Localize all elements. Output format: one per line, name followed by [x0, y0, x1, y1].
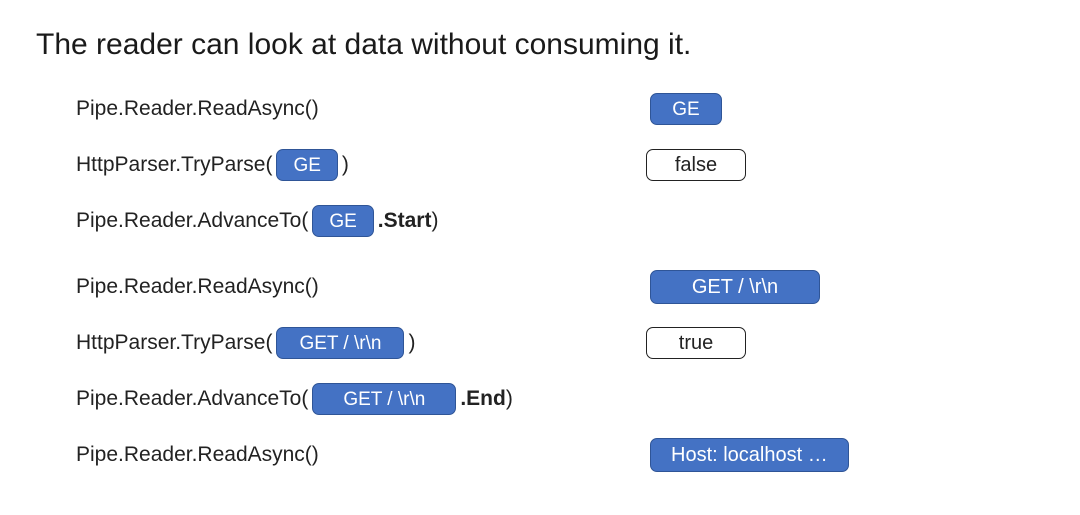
expr-prefix: HttpParser.TryParse(	[76, 331, 272, 355]
code-expression: HttpParser.TryParse( GE )	[76, 149, 646, 181]
slide-title: The reader can look at data without cons…	[36, 28, 1044, 62]
code-expression: Pipe.Reader.ReadAsync()	[76, 443, 646, 467]
diagram-content: Pipe.Reader.ReadAsync() GE HttpParser.Tr…	[76, 90, 1044, 474]
expr-bold-suffix: .End	[460, 387, 506, 411]
result-cell: Host: localhost …	[646, 438, 853, 472]
expr-suffix: )	[408, 331, 415, 355]
data-chip: GE	[312, 205, 373, 237]
expr-prefix: Pipe.Reader.AdvanceTo(	[76, 387, 308, 411]
code-expression: Pipe.Reader.ReadAsync()	[76, 275, 646, 299]
expr-prefix: Pipe.Reader.AdvanceTo(	[76, 209, 308, 233]
expr-prefix: HttpParser.TryParse(	[76, 153, 272, 177]
result-box: false	[646, 149, 746, 181]
code-expression: Pipe.Reader.ReadAsync()	[76, 97, 646, 121]
result-cell: true	[646, 327, 746, 359]
expr-prefix: Pipe.Reader.ReadAsync()	[76, 443, 319, 467]
code-expression: HttpParser.TryParse( GET / \r\n )	[76, 327, 646, 359]
result-cell: false	[646, 149, 746, 181]
diagram-row: Pipe.Reader.ReadAsync() GE	[76, 90, 1044, 128]
data-chip: GE	[650, 93, 722, 125]
data-chip: GE	[276, 149, 337, 181]
data-chip: GET / \r\n	[276, 327, 404, 359]
diagram-row: Pipe.Reader.AdvanceTo( GET / \r\n .End )	[76, 380, 1044, 418]
diagram-row: HttpParser.TryParse( GET / \r\n ) true	[76, 324, 1044, 362]
diagram-row: Pipe.Reader.AdvanceTo( GE .Start )	[76, 202, 1044, 240]
code-expression: Pipe.Reader.AdvanceTo( GE .Start )	[76, 205, 646, 237]
expr-suffix: )	[431, 209, 438, 233]
diagram-row: Pipe.Reader.ReadAsync() Host: localhost …	[76, 436, 1044, 474]
code-expression: Pipe.Reader.AdvanceTo( GET / \r\n .End )	[76, 383, 646, 415]
expr-bold-suffix: .Start	[378, 209, 432, 233]
data-chip: GET / \r\n	[312, 383, 456, 415]
expr-suffix: )	[506, 387, 513, 411]
result-box: true	[646, 327, 746, 359]
result-cell: GE	[646, 93, 726, 125]
diagram-row: HttpParser.TryParse( GE ) false	[76, 146, 1044, 184]
expr-prefix: Pipe.Reader.ReadAsync()	[76, 97, 319, 121]
expr-prefix: Pipe.Reader.ReadAsync()	[76, 275, 319, 299]
data-chip: GET / \r\n	[650, 270, 820, 304]
result-cell: GET / \r\n	[646, 270, 824, 304]
diagram-row: Pipe.Reader.ReadAsync() GET / \r\n	[76, 268, 1044, 306]
data-chip: Host: localhost …	[650, 438, 849, 472]
expr-suffix: )	[342, 153, 349, 177]
